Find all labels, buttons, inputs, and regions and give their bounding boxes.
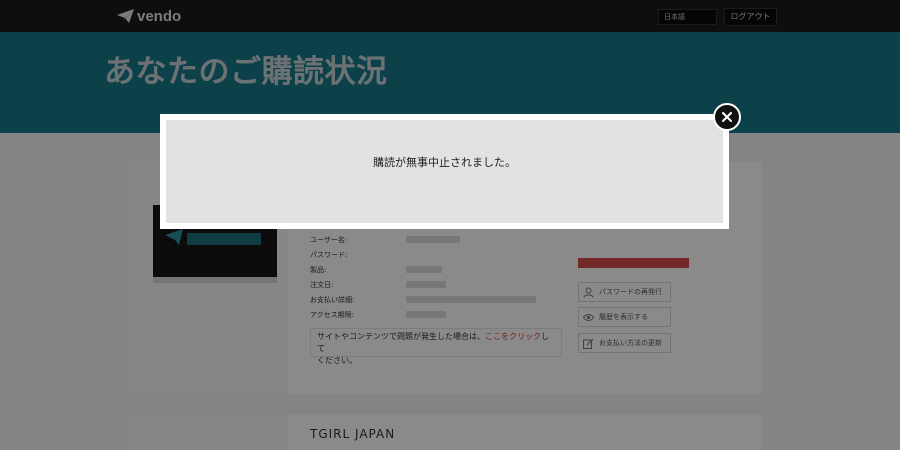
modal-message: 購読が無事中止されました。: [373, 156, 516, 169]
modal-body: 購読が無事中止されました。: [166, 120, 723, 223]
close-icon: [722, 112, 732, 122]
modal-close-button[interactable]: [713, 103, 741, 131]
confirmation-modal: 購読が無事中止されました。: [160, 114, 729, 229]
